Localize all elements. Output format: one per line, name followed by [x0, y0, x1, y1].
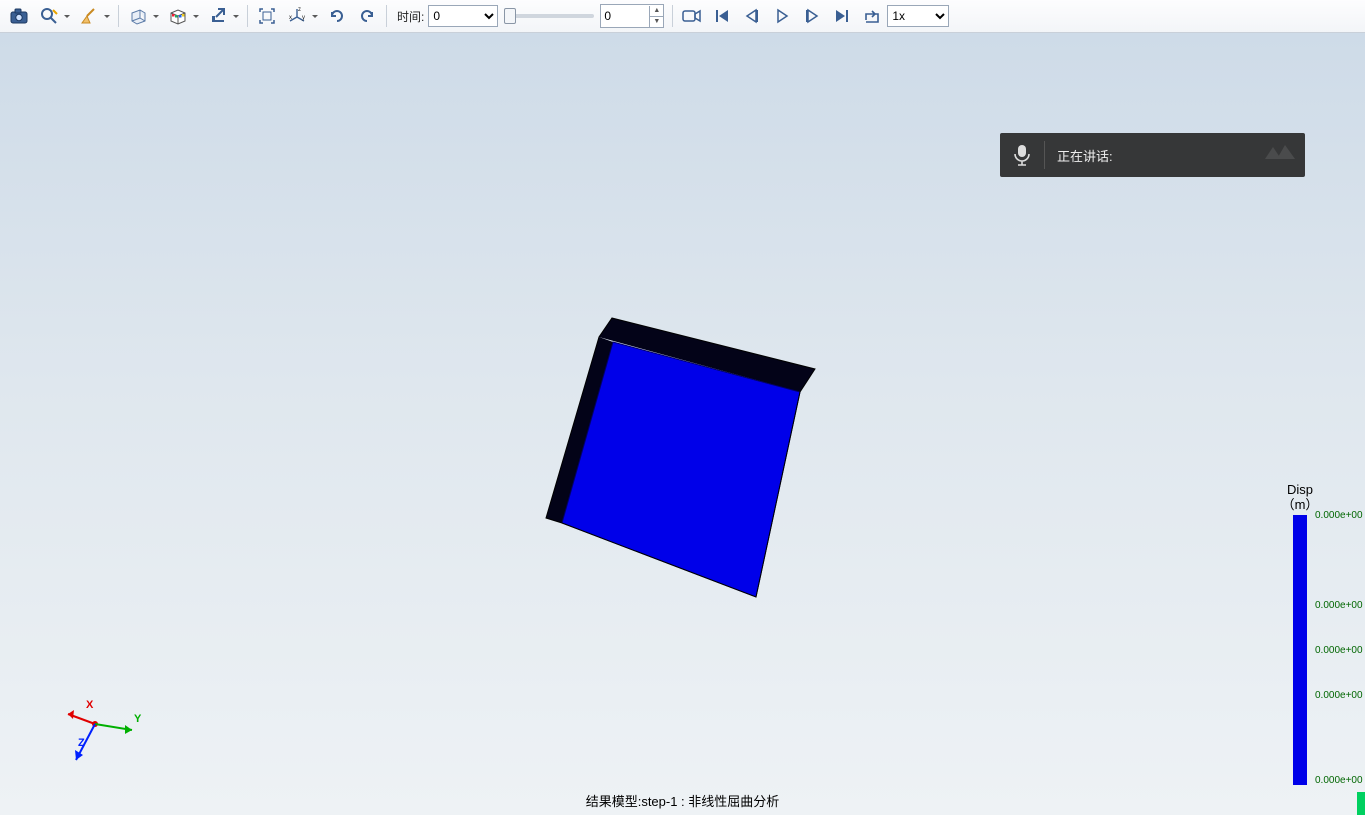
- voice-label: 正在讲话:: [1057, 149, 1113, 164]
- play-button[interactable]: [768, 2, 796, 30]
- next-frame-button[interactable]: [798, 2, 826, 30]
- wire-cube-icon: [128, 7, 148, 25]
- axis-orient-button[interactable]: zy x: [283, 2, 321, 30]
- rubik-cube-icon: [168, 7, 188, 25]
- legend-tick: 0.000e+00: [1315, 690, 1363, 701]
- export-arrow-icon: [209, 7, 227, 25]
- step-forward-icon: [804, 8, 820, 24]
- magnifier-wand-icon: [40, 7, 58, 25]
- svg-text:Y: Y: [134, 713, 142, 725]
- rotate-ccw-icon: [358, 7, 376, 25]
- zoom-button[interactable]: [35, 2, 73, 30]
- camera-icon: [9, 7, 29, 25]
- record-button[interactable]: [678, 2, 706, 30]
- fit-view-button[interactable]: [253, 2, 281, 30]
- clear-button[interactable]: [75, 2, 113, 30]
- legend-colorbar: [1293, 515, 1307, 785]
- export-button[interactable]: [204, 2, 242, 30]
- video-camera-icon: [682, 8, 702, 24]
- frame-spinner[interactable]: ▲▼: [600, 4, 664, 28]
- legend-tick: 0.000e+00: [1315, 600, 1363, 611]
- speed-select[interactable]: 1x: [887, 5, 949, 27]
- axis-z-y-x-icon: zy x: [288, 7, 306, 25]
- screenshot-button[interactable]: [5, 2, 33, 30]
- time-select[interactable]: 0: [428, 5, 498, 27]
- loop-button[interactable]: [858, 2, 886, 30]
- broom-icon: [80, 7, 98, 25]
- svg-text:Z: Z: [78, 737, 85, 749]
- first-frame-button[interactable]: [708, 2, 736, 30]
- legend-tick: 0.000e+00: [1315, 775, 1363, 786]
- result-caption: 结果模型:step-1 : 非线性屈曲分析: [586, 791, 780, 810]
- legend-title: Disp（m）: [1255, 482, 1345, 512]
- svg-text:x: x: [289, 15, 292, 21]
- color-mode-button[interactable]: [164, 2, 202, 30]
- prev-frame-button[interactable]: [738, 2, 766, 30]
- toolbar: zy x 时间: 0 ▲▼ 1x: [0, 0, 1365, 33]
- viewport-3d[interactable]: X Y Z Disp（m） 0.000e+00 0.000e+00 0.000e…: [0, 33, 1365, 815]
- spin-down-icon[interactable]: ▼: [649, 17, 663, 27]
- result-mesh-cube: [540, 313, 830, 603]
- step-back-icon: [744, 8, 760, 24]
- rotate-ccw-button[interactable]: [353, 2, 381, 30]
- play-icon: [774, 8, 790, 24]
- rotate-cw-button[interactable]: [323, 2, 351, 30]
- overlay-logo-icon: [1255, 139, 1299, 169]
- spin-up-icon[interactable]: ▲: [649, 6, 663, 17]
- svg-text:z: z: [298, 7, 301, 13]
- fit-icon: [258, 7, 276, 25]
- time-label: 时间:: [397, 8, 424, 25]
- voice-overlay: 正在讲话:: [1000, 133, 1305, 177]
- skip-first-icon: [714, 8, 730, 24]
- frame-input[interactable]: [601, 7, 649, 25]
- loop-export-icon: [863, 7, 881, 25]
- rotate-cw-icon: [328, 7, 346, 25]
- svg-text:y: y: [302, 15, 305, 21]
- color-legend: Disp（m） 0.000e+00 0.000e+00 0.000e+00 0.…: [1255, 482, 1345, 785]
- toolbar-separator: [118, 5, 119, 27]
- progress-indicator: [1357, 792, 1365, 815]
- last-frame-button[interactable]: [828, 2, 856, 30]
- time-slider[interactable]: [504, 14, 594, 18]
- view-mode-button[interactable]: [124, 2, 162, 30]
- skip-last-icon: [834, 8, 850, 24]
- slider-thumb[interactable]: [504, 8, 516, 24]
- legend-tick: 0.000e+00: [1315, 510, 1363, 521]
- axis-gizmo: X Y Z: [60, 690, 150, 780]
- mic-icon[interactable]: [1000, 144, 1044, 166]
- toolbar-separator: [386, 5, 387, 27]
- toolbar-separator: [672, 5, 673, 27]
- toolbar-separator: [247, 5, 248, 27]
- svg-text:X: X: [86, 699, 94, 711]
- legend-tick: 0.000e+00: [1315, 645, 1363, 656]
